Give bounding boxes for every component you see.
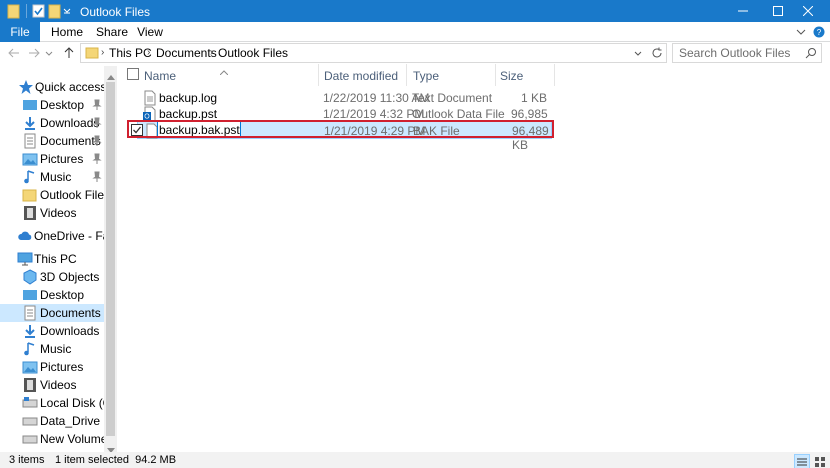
folder-icon	[6, 3, 22, 19]
nav-music[interactable]: Music	[0, 168, 104, 186]
ribbon-tabs: File Home Share View ?	[0, 22, 830, 42]
pictures-icon	[22, 151, 38, 167]
column-divider[interactable]	[318, 64, 319, 86]
videos-icon	[22, 377, 38, 393]
nav-outlook-files[interactable]: Outlook Files	[0, 186, 110, 204]
chevron-right-icon[interactable]: ›	[101, 47, 104, 58]
pin-icon[interactable]	[92, 153, 102, 165]
nav-new-volume-e[interactable]: New Volume (E:)	[0, 430, 117, 448]
search-box[interactable]: Search Outlook Files	[672, 43, 822, 63]
nav-documents[interactable]: Documents	[0, 132, 104, 150]
address-row: › This PC › Documents › Outlook Files Se…	[0, 42, 830, 64]
column-type[interactable]: Type	[412, 64, 492, 86]
desktop-icon	[22, 97, 38, 113]
cube-icon	[22, 269, 38, 285]
tab-home[interactable]: Home	[48, 22, 86, 42]
address-bar[interactable]: › This PC › Documents › Outlook Files	[80, 43, 667, 63]
nav-local-disk-c[interactable]: Local Disk (C:)	[0, 394, 117, 412]
crumb-documents[interactable]: Documents	[156, 46, 217, 60]
nav-quick-access[interactable]: Quick access	[0, 78, 106, 96]
properties-icon[interactable]	[31, 3, 47, 19]
large-icons-view-icon[interactable]	[812, 454, 828, 468]
music-icon	[22, 169, 38, 185]
nav-data-drive-d[interactable]: Data_Drive (D:)	[0, 412, 117, 430]
star-icon	[18, 79, 34, 95]
title-bar: Outlook Files	[0, 0, 830, 22]
crumb-outlook-files[interactable]: Outlook Files	[218, 46, 288, 60]
select-all-checkbox[interactable]	[127, 68, 139, 83]
folder-icon	[22, 187, 38, 203]
nav-3d-objects[interactable]: 3D Objects	[0, 268, 104, 286]
item-count: 3 items	[9, 454, 45, 466]
cloud-icon	[17, 228, 33, 244]
chevron-right-icon[interactable]: ›	[210, 47, 213, 58]
navigation-pane: Quick access Desktop Downloads Documents…	[0, 64, 117, 454]
refresh-icon[interactable]	[651, 47, 663, 62]
document-icon	[22, 305, 38, 321]
expand-ribbon-icon[interactable]	[795, 26, 807, 38]
column-divider[interactable]	[554, 64, 555, 86]
column-date-modified[interactable]: Date modified	[323, 64, 413, 86]
nav-this-pc[interactable]: This PC	[0, 250, 104, 268]
text-file-icon	[142, 90, 158, 106]
chevron-down-icon[interactable]	[633, 48, 643, 62]
svg-text:?: ?	[817, 28, 822, 37]
pin-icon[interactable]	[92, 135, 102, 147]
scroll-up-icon[interactable]	[107, 69, 115, 83]
document-icon	[22, 133, 38, 149]
folder-icon	[85, 46, 99, 63]
pin-icon[interactable]	[92, 117, 102, 129]
drive-icon	[22, 395, 38, 411]
red-highlight-frame	[127, 120, 554, 138]
desktop-icon	[22, 287, 38, 303]
column-size[interactable]: Size	[500, 64, 560, 86]
close-button[interactable]	[785, 0, 830, 22]
nav-pc-documents[interactable]: Documents	[0, 304, 104, 322]
tab-file[interactable]: File	[0, 22, 40, 42]
videos-icon	[22, 205, 38, 221]
up-icon[interactable]	[61, 45, 77, 61]
nav-onedrive[interactable]: OneDrive - Family	[0, 227, 117, 245]
help-icon[interactable]: ?	[813, 26, 825, 38]
status-bar: 3 items 1 item selected 94.2 MB	[0, 452, 830, 468]
nav-pictures[interactable]: Pictures	[0, 150, 104, 168]
chevron-right-icon[interactable]: ›	[147, 47, 150, 58]
nav-scroll-thumb[interactable]	[106, 82, 115, 436]
download-icon	[22, 323, 38, 339]
nav-pc-downloads[interactable]: Downloads	[0, 322, 104, 340]
column-divider[interactable]	[495, 64, 496, 86]
title-separator	[26, 4, 27, 18]
crumb-this-pc[interactable]: This PC	[109, 46, 152, 60]
new-folder-icon[interactable]	[47, 3, 63, 19]
column-divider[interactable]	[406, 64, 407, 86]
customize-toolbar-icon[interactable]	[62, 3, 72, 19]
back-icon[interactable]	[6, 45, 22, 61]
nav-pc-music[interactable]: Music	[0, 340, 104, 358]
download-icon	[22, 115, 38, 131]
nav-downloads[interactable]: Downloads	[0, 114, 104, 132]
drive-icon	[22, 413, 38, 429]
nav-videos[interactable]: Videos	[0, 204, 104, 222]
computer-icon	[17, 251, 33, 267]
pictures-icon	[22, 359, 38, 375]
tab-share[interactable]: Share	[92, 22, 132, 42]
details-view-icon[interactable]	[794, 454, 810, 468]
pin-icon[interactable]	[92, 171, 102, 183]
recent-locations-icon[interactable]	[44, 45, 54, 61]
nav-desktop[interactable]: Desktop	[0, 96, 104, 114]
search-icon[interactable]	[805, 47, 817, 62]
nav-pc-desktop[interactable]: Desktop	[0, 286, 104, 304]
drive-icon	[22, 431, 38, 447]
column-name[interactable]: Name	[125, 64, 325, 86]
window-title: Outlook Files	[80, 5, 151, 19]
nav-pc-videos[interactable]: Videos	[0, 376, 104, 394]
pin-icon[interactable]	[92, 99, 102, 111]
tab-view[interactable]: View	[135, 22, 165, 42]
forward-icon[interactable]	[26, 45, 42, 61]
selection-info: 1 item selected 94.2 MB	[55, 454, 177, 466]
nav-pc-pictures[interactable]: Pictures	[0, 358, 104, 376]
music-icon	[22, 341, 38, 357]
nav-scrollbar[interactable]	[104, 66, 117, 454]
search-input[interactable]: Search Outlook Files	[679, 46, 790, 60]
